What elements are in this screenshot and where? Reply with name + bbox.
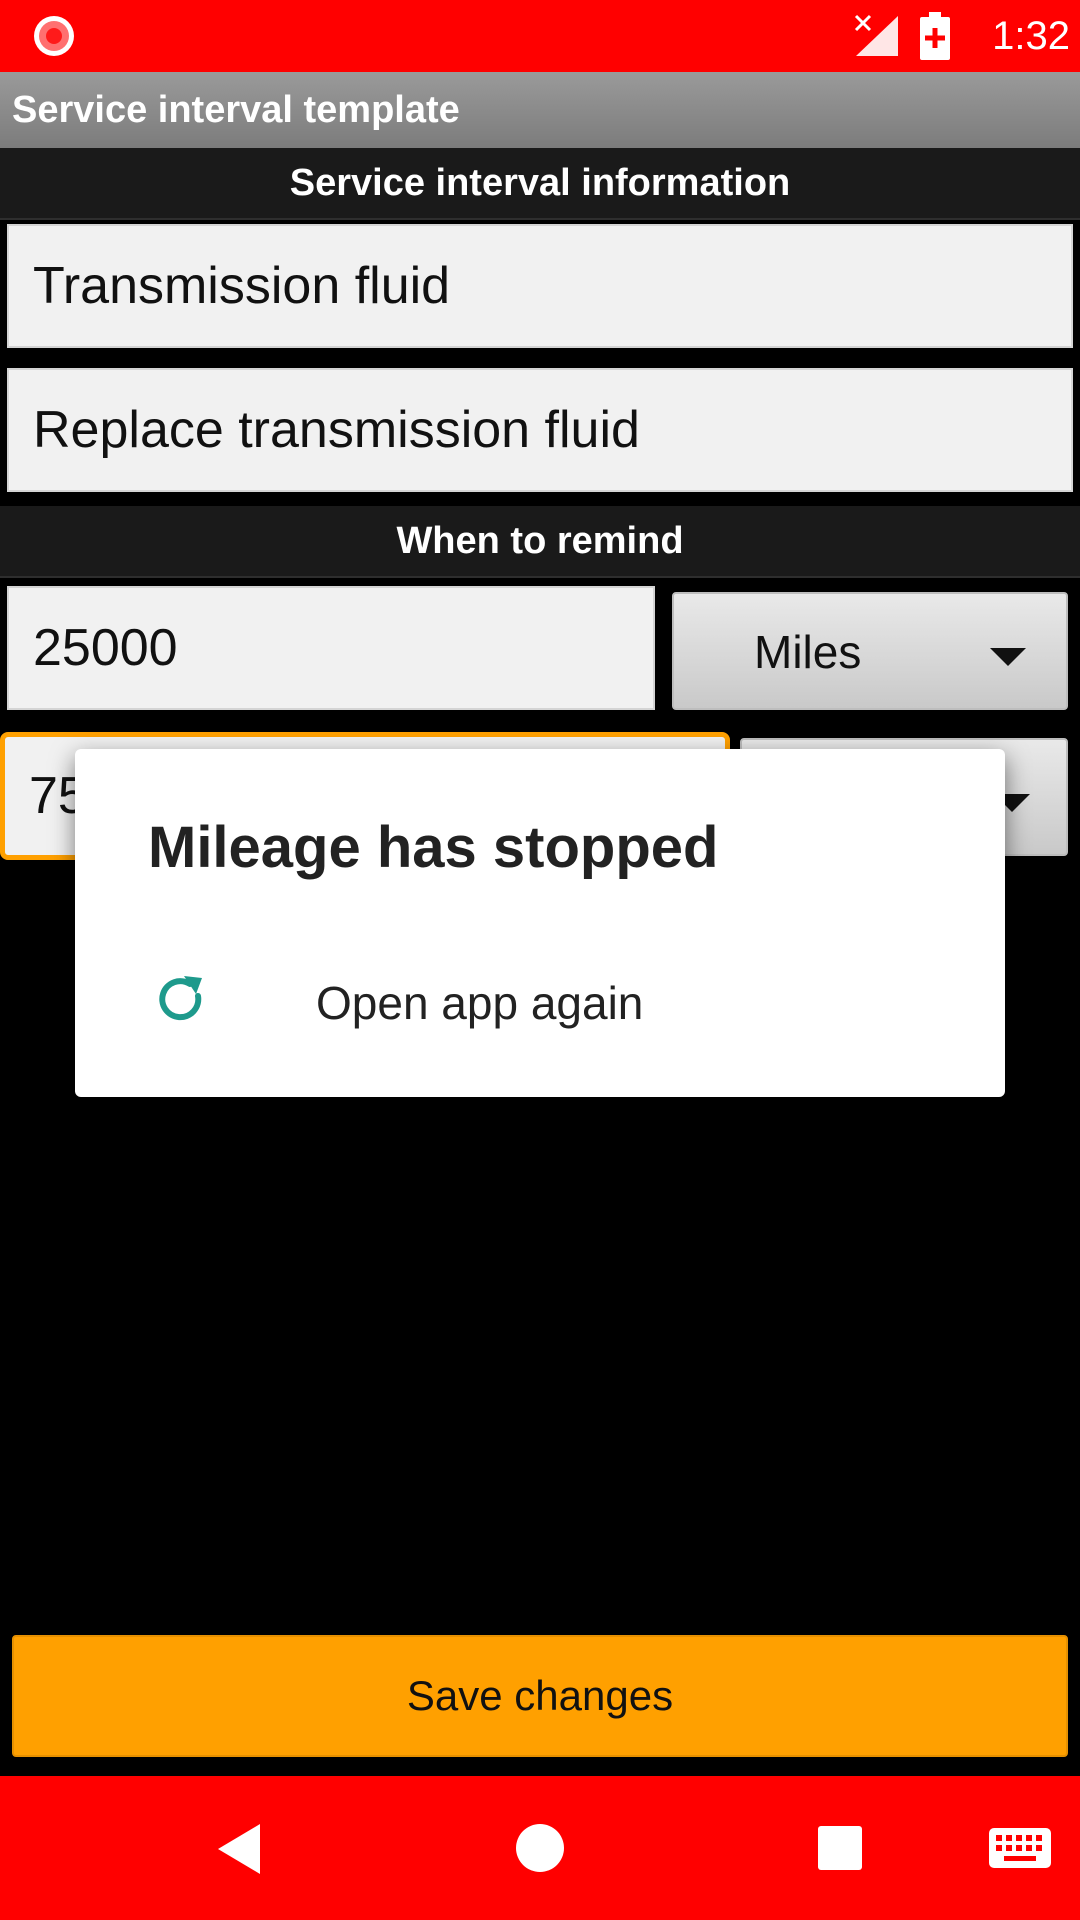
description-field[interactable]: Replace transmission fluid — [7, 368, 1073, 492]
section-header-remind: When to remind — [0, 506, 1080, 578]
keyboard-icon[interactable] — [988, 1824, 1052, 1872]
status-bar — [0, 0, 1080, 72]
recents-icon[interactable] — [816, 1824, 864, 1872]
app-title: Service interval template — [12, 89, 460, 131]
dialog-title: Mileage has stopped — [148, 815, 719, 880]
home-icon[interactable] — [514, 1822, 566, 1874]
reload-icon[interactable] — [154, 972, 210, 1028]
save-changes-button[interactable]: Save changes — [12, 1635, 1068, 1757]
battery-charging-icon — [920, 12, 950, 60]
status-time: 1:32 — [992, 14, 1070, 58]
back-icon[interactable] — [214, 1822, 264, 1876]
distance-interval-field[interactable]: 25000 — [7, 586, 655, 710]
section-header-info: Service interval information — [0, 148, 1080, 220]
app-stopped-dialog — [75, 749, 1005, 1097]
chevron-down-icon — [990, 648, 1026, 666]
name-field[interactable]: Transmission fluid — [7, 224, 1073, 348]
record-icon — [34, 16, 74, 56]
distance-unit-label: Miles — [754, 626, 862, 678]
open-app-again-button[interactable]: Open app again — [316, 974, 643, 1032]
no-signal-icon — [854, 14, 898, 56]
